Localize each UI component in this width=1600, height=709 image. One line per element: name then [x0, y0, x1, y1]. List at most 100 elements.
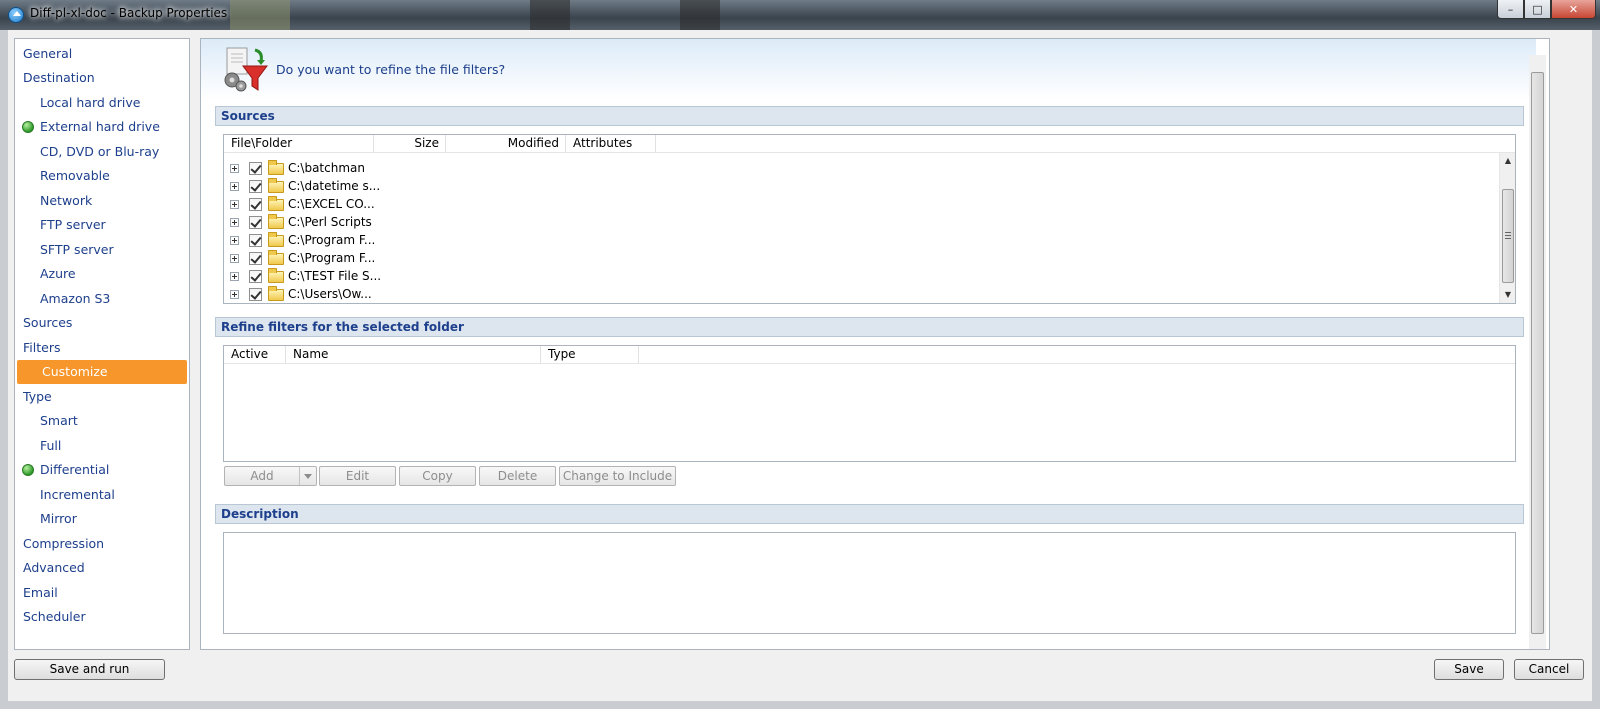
row-checkbox[interactable] [249, 288, 262, 301]
column-header-file-folder[interactable]: File\Folder [224, 135, 374, 152]
sidebar-item-email[interactable]: Email [15, 581, 189, 605]
scroll-up-icon[interactable]: ▲ [1500, 153, 1516, 169]
tree-row[interactable]: C:\TEST File S... [230, 268, 382, 285]
refine-filters-section-header: Refine filters for the selected folder [215, 317, 1524, 337]
main-scrollbar[interactable] [1529, 55, 1546, 649]
folder-icon [268, 214, 284, 229]
column-header-active[interactable]: Active [224, 346, 286, 363]
main-panel: Do you want to refine the file filters? … [200, 38, 1550, 650]
sources-scrollbar[interactable]: ▲ ▼ [1499, 153, 1515, 303]
sidebar-item-smart[interactable]: Smart [15, 409, 189, 433]
sidebar-item-amazon-s3[interactable]: Amazon S3 [15, 287, 189, 311]
folder-icon [268, 286, 284, 301]
sidebar-item-sftp-server[interactable]: SFTP server [15, 238, 189, 262]
tree-row[interactable]: C:\batchman [230, 160, 380, 177]
close-button[interactable]: ✕ [1551, 0, 1596, 19]
sidebar-item-azure[interactable]: Azure [15, 262, 189, 286]
edit-filter-button[interactable]: Edit [319, 466, 396, 486]
add-filter-button[interactable]: Add [224, 466, 317, 486]
folder-path: C:\Program F... [288, 251, 376, 265]
scrollbar-thumb[interactable] [1502, 189, 1514, 283]
sources-tree[interactable]: File\Folder Size Modified Attributes C:\… [223, 134, 1516, 304]
expand-icon[interactable] [230, 254, 239, 263]
copy-filter-button[interactable]: Copy [399, 466, 476, 486]
sidebar-item-local-hard-drive[interactable]: Local hard drive [15, 91, 189, 115]
delete-filter-button[interactable]: Delete [479, 466, 556, 486]
window-title: Diff-pl-xl-doc - Backup Properties [30, 6, 228, 20]
sidebar-item-destination[interactable]: Destination [15, 66, 189, 90]
sidebar-item-advanced[interactable]: Advanced [15, 556, 189, 580]
expand-icon[interactable] [230, 290, 239, 299]
row-checkbox[interactable] [249, 162, 262, 175]
sidebar-item-incremental[interactable]: Incremental [15, 483, 189, 507]
expand-icon[interactable] [230, 182, 239, 191]
row-checkbox[interactable] [249, 180, 262, 193]
chevron-down-icon[interactable] [299, 467, 316, 485]
row-checkbox[interactable] [249, 234, 262, 247]
sidebar-item-customize[interactable]: Customize [17, 360, 187, 384]
expand-icon[interactable] [230, 164, 239, 173]
sidebar-item-sources[interactable]: Sources [15, 311, 189, 335]
tree-row[interactable]: C:\datetime s... [230, 178, 380, 195]
status-dot-icon [22, 464, 34, 476]
sidebar-item-full[interactable]: Full [15, 434, 189, 458]
expand-icon[interactable] [230, 200, 239, 209]
sidebar-item-compression[interactable]: Compression [15, 532, 189, 556]
row-checkbox[interactable] [249, 270, 262, 283]
save-and-run-button[interactable]: Save and run [14, 659, 165, 680]
folder-icon [268, 160, 284, 175]
save-button[interactable]: Save [1434, 659, 1504, 680]
column-header-attributes[interactable]: Attributes [566, 135, 656, 152]
status-dot-icon [22, 121, 34, 133]
minimize-button[interactable]: – [1497, 0, 1524, 19]
app-icon [8, 7, 24, 23]
filter-funnel-icon [224, 47, 268, 92]
folder-icon [268, 232, 284, 247]
folder-path: C:\Perl Scripts [288, 215, 372, 229]
tree-row[interactable]: C:\Program F... [230, 250, 380, 267]
tree-row[interactable]: C:\Program F... [230, 232, 380, 249]
expand-icon[interactable] [230, 272, 239, 281]
sidebar-item-removable[interactable]: Removable [15, 164, 189, 188]
sidebar-item-cd-dvd-bluray[interactable]: CD, DVD or Blu-ray [15, 140, 189, 164]
row-checkbox[interactable] [249, 198, 262, 211]
change-to-include-button[interactable]: Change to Include [559, 466, 676, 486]
scroll-down-icon[interactable]: ▼ [1500, 287, 1516, 303]
cancel-button[interactable]: Cancel [1514, 659, 1584, 680]
expand-icon[interactable] [230, 218, 239, 227]
maximize-button[interactable]: □ [1524, 0, 1551, 19]
expand-icon[interactable] [230, 236, 239, 245]
sources-section-header: Sources [215, 106, 1524, 126]
column-header-type[interactable]: Type [541, 346, 639, 363]
sidebar-item-network[interactable]: Network [15, 189, 189, 213]
sidebar-item-type[interactable]: Type [15, 385, 189, 409]
folder-icon [268, 268, 284, 283]
scrollbar-thumb[interactable] [1531, 72, 1544, 634]
folder-path: C:\EXCEL CO... [288, 197, 375, 211]
filters-list[interactable]: Active Name Type [223, 345, 1516, 462]
page-title: Do you want to refine the file filters? [276, 62, 506, 77]
folder-path: C:\TEST File S... [288, 269, 382, 283]
taskbar-background [230, 0, 290, 30]
column-header-size[interactable]: Size [374, 135, 446, 152]
folder-path: C:\batchman [288, 161, 365, 175]
folder-icon [268, 178, 284, 193]
tree-row[interactable]: C:\Users\Ow... [230, 286, 380, 303]
sidebar-item-filters[interactable]: Filters [15, 336, 189, 360]
column-header-modified[interactable]: Modified [446, 135, 566, 152]
tree-row[interactable]: C:\EXCEL CO... [230, 196, 380, 213]
folder-icon [268, 196, 284, 211]
description-section-header: Description [215, 504, 1524, 524]
sidebar-item-differential[interactable]: Differential [15, 458, 189, 482]
row-checkbox[interactable] [249, 216, 262, 229]
tree-row[interactable]: C:\Perl Scripts [230, 214, 380, 231]
row-checkbox[interactable] [249, 252, 262, 265]
folder-path: C:\Users\Ow... [288, 287, 372, 301]
sidebar-item-scheduler[interactable]: Scheduler [15, 605, 189, 629]
column-header-name[interactable]: Name [286, 346, 541, 363]
sidebar-item-general[interactable]: General [15, 42, 189, 66]
sidebar-item-ftp-server[interactable]: FTP server [15, 213, 189, 237]
sidebar-item-external-hard-drive[interactable]: External hard drive [15, 115, 189, 139]
sidebar-item-mirror[interactable]: Mirror [15, 507, 189, 531]
taskbar-background [530, 0, 570, 30]
